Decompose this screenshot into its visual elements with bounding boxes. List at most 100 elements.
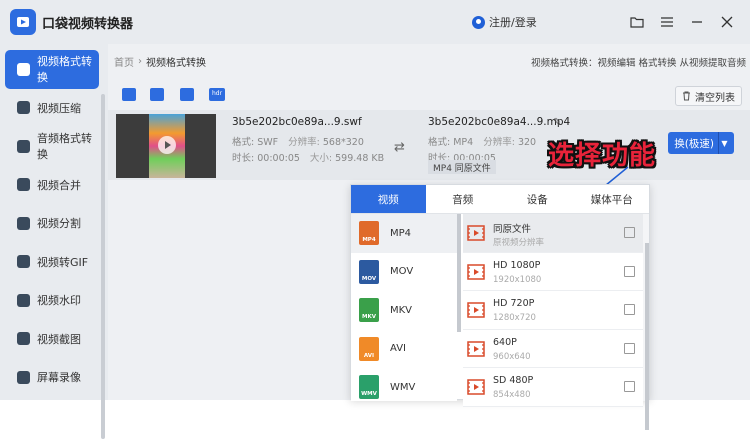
format-label: MOV	[390, 266, 414, 278]
format-item-mkv[interactable]: MKV MKV	[351, 291, 457, 330]
batch-icon[interactable]	[180, 88, 194, 101]
quality-subtitle: 960x640	[493, 351, 531, 362]
merge-icon	[17, 178, 30, 192]
sidebar-item-video-compress[interactable]: 视频压缩	[5, 89, 99, 128]
quality-item-720p[interactable]: HD 720P 1280x720	[463, 291, 643, 330]
quality-item-640p[interactable]: 640P 960x640	[463, 329, 643, 368]
video-file-icon	[467, 225, 485, 241]
icon-label: MKV	[362, 314, 376, 321]
hdr-icon[interactable]: hdr	[209, 88, 225, 101]
format-label: WMV	[390, 381, 416, 393]
sidebar-item-video-merge[interactable]: 视频合并	[5, 166, 99, 205]
icon-label: AVI	[363, 352, 375, 359]
quality-subtitle: 原视频分辨率	[493, 238, 545, 248]
add-folder-icon[interactable]	[150, 88, 164, 101]
video-file-icon	[467, 263, 485, 280]
add-file-icon[interactable]	[122, 88, 136, 101]
watermark-icon	[17, 293, 30, 307]
app-window: 口袋视频转换器 注册/登录 视频格式转换 视频压缩 音频格式转换 视频合并 视频…	[0, 0, 750, 439]
sidebar-item-video-screenshot[interactable]: 视频截图	[5, 320, 99, 359]
tab-video[interactable]: 视频	[351, 185, 426, 213]
edit-icon[interactable]	[624, 381, 635, 392]
quality-subtitle: 854x480	[493, 390, 531, 400]
avi-file-icon: AVI	[359, 336, 379, 361]
breadcrumb-current: 视频格式转换	[146, 57, 206, 69]
icon-label: MP4	[362, 237, 376, 244]
chevron-down-icon[interactable]: ▼	[718, 132, 730, 154]
sidebar-scrollbar[interactable]	[101, 94, 105, 439]
icon-label: MOV	[361, 275, 377, 282]
app-logo-icon	[10, 9, 36, 35]
source-duration-row: 时长: 00:00:05 大小: 599.48 KB	[232, 150, 384, 164]
quality-title: 640P	[493, 336, 517, 348]
format-label: MKV	[390, 304, 413, 316]
quality-item-original[interactable]: 同原文件 原视频分辨率	[463, 214, 643, 253]
sidebar-item-label: 视频合并	[37, 178, 81, 192]
sidebar-item-label: 视频分割	[37, 217, 81, 231]
sidebar-item-video-gif[interactable]: 视频转GIF	[5, 243, 99, 282]
mp4-file-icon: MP4	[359, 221, 379, 246]
breadcrumb-home[interactable]: 首页	[114, 54, 134, 69]
quality-item-1080p[interactable]: HD 1080P 1920x1080	[463, 252, 643, 291]
clear-list-button[interactable]: 清空列表	[675, 86, 742, 106]
toolbar: hdr	[108, 78, 750, 108]
play-icon[interactable]	[158, 136, 176, 154]
folder-icon[interactable]	[628, 13, 646, 31]
video-convert-icon	[17, 62, 30, 76]
convert-label: 换(极速)	[674, 137, 714, 150]
sidebar-item-label: 音频格式转换	[37, 132, 92, 162]
gif-icon	[17, 255, 30, 269]
video-file-icon	[467, 340, 485, 357]
menu-icon[interactable]	[658, 13, 676, 31]
format-item-mov[interactable]: MOV MOV	[351, 253, 457, 292]
source-size-label: 大小:	[309, 153, 333, 164]
output-format-select[interactable]: MP4 同原文件	[428, 160, 496, 174]
quality-list: 同原文件 原视频分辨率 HD 1080P 1920x1080 HD 720P 1…	[463, 214, 649, 430]
video-thumbnail[interactable]	[116, 114, 216, 178]
sidebar-item-audio-convert[interactable]: 音频格式转换	[5, 127, 99, 166]
sidebar-item-label: 屏幕录像	[37, 371, 81, 385]
tab-media-platform[interactable]: 媒体平台	[575, 185, 650, 213]
edit-icon[interactable]	[624, 227, 635, 238]
mov-file-icon: MOV	[359, 259, 379, 284]
sidebar-item-video-split[interactable]: 视频分割	[5, 204, 99, 243]
close-icon[interactable]	[718, 13, 736, 31]
video-file-icon	[467, 379, 485, 395]
convert-button[interactable]: 换(极速) ▼	[668, 132, 734, 154]
format-list-scrollbar[interactable]	[457, 214, 461, 332]
sidebar-item-video-convert[interactable]: 视频格式转换	[5, 50, 99, 89]
login-button[interactable]: 注册/登录	[472, 14, 537, 30]
app-title: 口袋视频转换器	[42, 16, 134, 32]
sidebar-item-screen-record[interactable]: 屏幕录像	[5, 358, 99, 397]
quality-title: 同原文件	[493, 224, 532, 235]
sidebar-item-label: 视频格式转换	[37, 55, 92, 85]
quality-item-480p[interactable]: SD 480P 854x480	[463, 368, 643, 407]
icon-label: WMV	[361, 391, 377, 398]
format-item-avi[interactable]: AVI AVI	[351, 330, 457, 369]
format-item-wmv[interactable]: WMV WMV	[351, 368, 457, 407]
format-label: MP4	[390, 227, 412, 239]
source-format: SWF	[257, 137, 279, 148]
sidebar-item-video-watermark[interactable]: 视频水印	[5, 281, 99, 320]
format-item-mp4[interactable]: MP4 MP4	[351, 214, 457, 253]
user-icon	[472, 15, 485, 29]
breadcrumb-separator: ›	[138, 55, 142, 67]
source-format-row: 格式: SWF 分辨率: 568*320	[232, 134, 364, 148]
source-res-label: 分辨率:	[288, 137, 320, 148]
quality-list-scrollbar[interactable]	[645, 243, 649, 430]
edit-name-icon[interactable]: ✎	[553, 117, 561, 128]
tab-device[interactable]: 设备	[500, 185, 575, 213]
clear-list-label: 清空列表	[695, 92, 735, 104]
minimize-icon[interactable]	[688, 13, 706, 31]
quality-title: HD 1080P	[493, 259, 541, 271]
quality-title: SD 480P	[493, 375, 534, 386]
wmv-file-icon: WMV	[359, 375, 379, 400]
tab-audio[interactable]: 音频	[426, 185, 501, 213]
edit-icon[interactable]	[624, 265, 635, 277]
split-icon	[17, 216, 30, 230]
header-hint: 视频格式转换：视频编辑 格式转换 从视频提取音频	[530, 58, 746, 69]
audio-icon	[17, 139, 30, 153]
edit-icon[interactable]	[624, 342, 635, 354]
sidebar-item-label: 视频水印	[37, 294, 81, 308]
edit-icon[interactable]	[624, 304, 635, 315]
